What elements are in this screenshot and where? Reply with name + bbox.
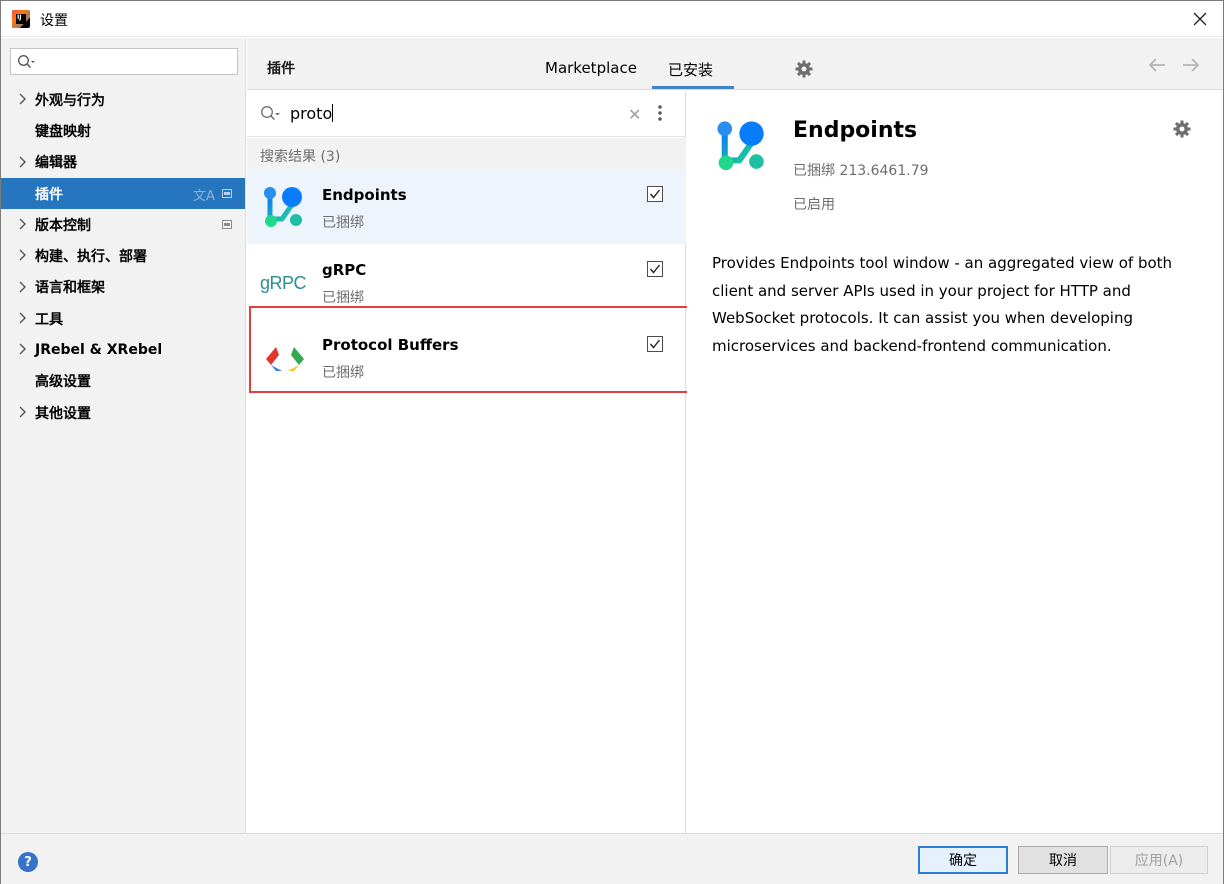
settings-nav-list: 外观与行为 键盘映射 编辑器 插件 文A 版本控制 构建、执行、部署 语言和框架… xyxy=(1,84,245,428)
plugin-status: 已捆绑 xyxy=(322,290,364,306)
sidebar-item-label: 语言和框架 xyxy=(35,280,105,297)
endpoints-icon xyxy=(717,121,764,171)
sidebar-item-appearance[interactable]: 外观与行为 xyxy=(1,84,245,115)
sidebar-item-label: 键盘映射 xyxy=(35,123,91,140)
close-icon xyxy=(1193,12,1207,26)
sidebar-item-other[interactable]: 其他设置 xyxy=(1,397,245,428)
chevron-right-icon xyxy=(19,312,26,324)
plugin-detail-version: 已捆绑 213.6461.79 xyxy=(793,163,929,179)
plugin-list-panel: proto ✕ 搜索结果 (3) Endpoints 已捆绑 gRPC gRPC… xyxy=(247,91,686,833)
sidebar-item-build[interactable]: 构建、执行、部署 xyxy=(1,240,245,271)
chevron-right-icon xyxy=(19,156,26,168)
chevron-right-icon xyxy=(19,249,26,261)
close-button[interactable] xyxy=(1177,1,1223,37)
sidebar-item-jrebel[interactable]: JRebel & XRebel xyxy=(1,334,245,365)
search-icon xyxy=(261,106,280,121)
checkmark-icon xyxy=(649,264,661,274)
plugin-enabled-checkbox[interactable] xyxy=(647,186,663,202)
plugin-detail-name: Endpoints xyxy=(793,118,918,143)
grpc-icon: gRPC xyxy=(260,272,307,293)
plugin-search-input[interactable]: proto ✕ xyxy=(247,91,686,137)
tab-installed[interactable]: 已安装 xyxy=(668,59,713,80)
chevron-right-icon xyxy=(19,343,26,355)
plugin-status: 已捆绑 xyxy=(322,215,364,231)
sidebar-item-advanced[interactable]: 高级设置 xyxy=(1,366,245,397)
plugins-header: 插件 Marketplace 已安装 xyxy=(247,38,1223,90)
sidebar-item-tools[interactable]: 工具 xyxy=(1,303,245,334)
apply-button[interactable]: 应用(A) xyxy=(1110,846,1208,874)
chevron-right-icon xyxy=(19,218,26,230)
sidebar-item-languages[interactable]: 语言和框架 xyxy=(1,272,245,303)
sidebar-item-version-control[interactable]: 版本控制 xyxy=(1,209,245,240)
intellij-app-icon: IJ xyxy=(12,10,30,28)
plugin-detail-state: 已启用 xyxy=(793,197,835,213)
sidebar-item-label: 构建、执行、部署 xyxy=(35,249,147,266)
sidebar-item-label: 版本控制 xyxy=(35,217,91,234)
plugin-name: gRPC xyxy=(322,261,367,279)
help-icon[interactable]: ? xyxy=(18,852,38,872)
settings-dialog: IJ 设置 外观与行为 键盘映射 编辑器 插件 文A 版本控制 构建、执行、部署… xyxy=(0,0,1224,884)
sidebar-item-label: 外观与行为 xyxy=(35,92,105,109)
chevron-right-icon xyxy=(19,406,26,418)
plugin-description: Provides Endpoints tool window - an aggr… xyxy=(712,254,1173,355)
search-icon xyxy=(18,55,35,69)
sidebar-item-editor[interactable]: 编辑器 xyxy=(1,147,245,178)
sidebar-item-label: 高级设置 xyxy=(35,374,91,391)
plugin-enabled-checkbox[interactable] xyxy=(647,261,663,277)
ok-button[interactable]: 确定 xyxy=(918,846,1008,874)
clear-search-icon[interactable]: ✕ xyxy=(628,105,641,124)
search-query-text: proto xyxy=(290,104,334,123)
more-options-icon[interactable] xyxy=(658,105,662,121)
sidebar-item-label: JRebel & XRebel xyxy=(35,342,163,359)
plugin-row-endpoints[interactable]: Endpoints 已捆绑 xyxy=(247,169,686,244)
gear-icon[interactable] xyxy=(795,60,813,78)
page-title: 插件 xyxy=(267,61,295,77)
title-bar: IJ 设置 xyxy=(1,1,1223,37)
active-tab-indicator xyxy=(652,86,734,89)
dialog-footer: ? 确定 取消 应用(A) xyxy=(1,833,1223,884)
forward-arrow-icon[interactable] xyxy=(1181,56,1201,74)
sidebar-item-label: 编辑器 xyxy=(35,155,77,172)
endpoints-icon xyxy=(264,187,302,227)
gear-icon[interactable] xyxy=(1173,120,1191,138)
back-arrow-icon[interactable] xyxy=(1147,56,1167,74)
project-level-icon xyxy=(222,188,232,198)
sidebar-item-label: 插件 xyxy=(35,186,63,203)
cancel-button[interactable]: 取消 xyxy=(1018,846,1108,874)
chevron-right-icon xyxy=(19,281,26,293)
tab-marketplace[interactable]: Marketplace xyxy=(545,59,637,77)
window-title: 设置 xyxy=(40,13,68,29)
translate-icon: 文A xyxy=(193,188,215,204)
plugin-detail-panel: Endpoints 已捆绑 213.6461.79 已启用 Provides E… xyxy=(687,91,1223,833)
checkmark-icon xyxy=(649,189,661,199)
project-level-icon xyxy=(222,220,232,230)
search-results-header: 搜索结果 (3) xyxy=(247,138,686,169)
sidebar-item-label: 工具 xyxy=(35,311,63,328)
sidebar-item-keymap[interactable]: 键盘映射 xyxy=(1,115,245,146)
sidebar-item-plugins[interactable]: 插件 文A xyxy=(1,177,245,210)
highlight-annotation-box xyxy=(249,306,696,393)
chevron-right-icon xyxy=(19,93,26,105)
settings-sidebar: 外观与行为 键盘映射 编辑器 插件 文A 版本控制 构建、执行、部署 语言和框架… xyxy=(1,38,246,833)
settings-search-input[interactable] xyxy=(10,48,238,75)
sidebar-item-label: 其他设置 xyxy=(35,405,91,422)
plugin-name: Endpoints xyxy=(322,186,407,204)
